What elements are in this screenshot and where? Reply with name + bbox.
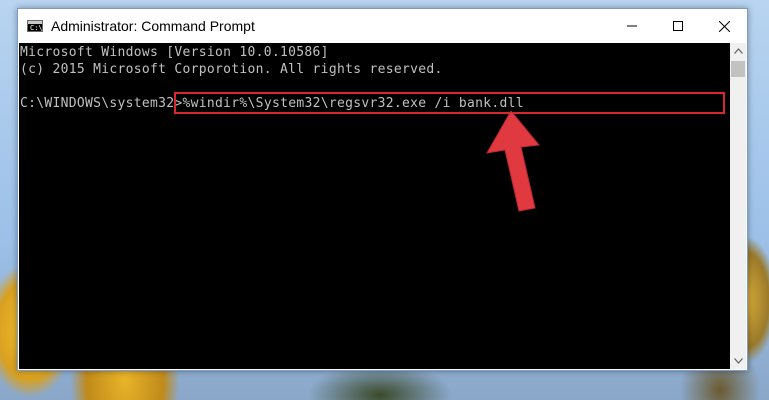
maximize-button[interactable]: [655, 9, 701, 43]
minimize-button[interactable]: [609, 9, 655, 43]
window-title: Administrator: Command Prompt: [51, 18, 255, 34]
scroll-down-button[interactable]: [730, 353, 746, 369]
console-line-copyright: (c) 2015 Microsoft Corporotion. All righ…: [20, 62, 443, 77]
console-line-version: Microsoft Windows [Version 10.0.10586]: [20, 45, 329, 60]
close-icon: [718, 20, 730, 32]
close-button[interactable]: [701, 9, 747, 43]
cmd-app-icon[interactable]: C:\: [27, 20, 43, 32]
scrollbar-thumb[interactable]: [731, 61, 745, 77]
scroll-up-button[interactable]: [730, 43, 746, 59]
vertical-scrollbar[interactable]: [730, 43, 746, 369]
chevron-up-icon: [733, 48, 743, 54]
chevron-down-icon: [733, 358, 743, 364]
maximize-icon: [673, 21, 683, 31]
console-output[interactable]: Microsoft Windows [Version 10.0.10586] (…: [19, 43, 730, 369]
red-arrow-icon: [486, 111, 540, 212]
console-prompt: C:\WINDOWS\system32>: [20, 96, 183, 111]
minimize-icon: [627, 25, 637, 27]
command-highlight-box: [174, 92, 725, 114]
command-prompt-window: C:\ Administrator: Command Prompt Micros…: [17, 8, 748, 371]
title-bar[interactable]: C:\ Administrator: Command Prompt: [18, 9, 747, 43]
